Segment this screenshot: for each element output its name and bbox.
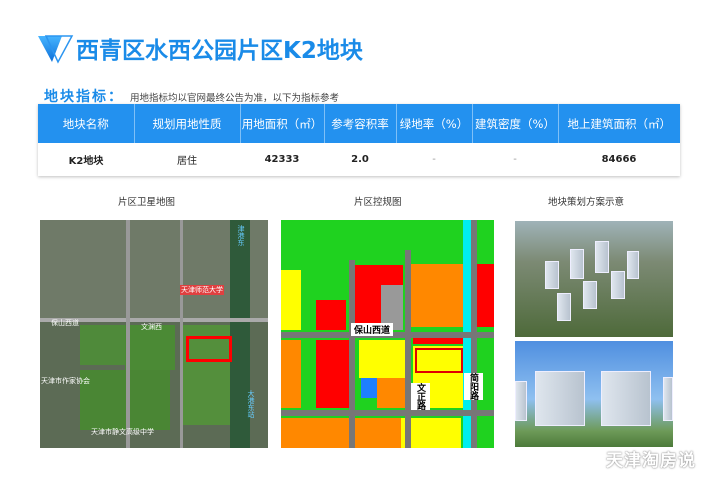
- map-label: 保山西道: [51, 319, 79, 327]
- indicator-table: 地块名称 规划用地性质 用地面积（㎡） 参考容积率 绿地率（%） 建筑密度（%）…: [38, 104, 680, 176]
- render-caption: 地块策划方案示意: [548, 197, 625, 208]
- cell-plot-name: K2地块: [38, 143, 134, 176]
- road-label: 文正路: [411, 383, 430, 410]
- cell-area: 42333: [240, 143, 324, 176]
- col-header: 绿地率（%）: [396, 104, 473, 143]
- table-row: K2地块 居住 42333 2.0 - - 84666: [38, 143, 680, 176]
- col-header: 地上建筑面积（㎡）: [558, 104, 680, 143]
- cell-green-ratio: -: [396, 143, 472, 176]
- page-title: 西青区水西公园片区K2地块: [76, 38, 363, 64]
- map-label: 津港东: [237, 225, 245, 246]
- table-header-row: 地块名称 规划用地性质 用地面积（㎡） 参考容积率 绿地率（%） 建筑密度（%）…: [38, 104, 680, 143]
- map-label: 天津师范大学: [180, 285, 224, 295]
- cell-density: -: [472, 143, 558, 176]
- aerial-rendering: [515, 221, 673, 337]
- cell-floor-area: 84666: [558, 143, 680, 176]
- map-label: 文渊西: [141, 323, 162, 331]
- zoning-plan-map: 保山西道 文正路 简阳路: [281, 220, 494, 448]
- cell-far: 2.0: [324, 143, 396, 176]
- map-label: 大港东站: [247, 390, 255, 418]
- col-header: 规划用地性质: [134, 104, 241, 143]
- cell-land-use: 居住: [134, 143, 240, 176]
- map-label: 天津市静文高级中学: [91, 428, 154, 436]
- col-header: 建筑密度（%）: [472, 104, 559, 143]
- indicator-note: 用地指标均以官网最终公告为准，以下为指标参考: [130, 93, 340, 104]
- street-rendering: [515, 341, 673, 447]
- satellite-caption: 片区卫星地图: [118, 197, 176, 208]
- col-header: 地块名称: [38, 104, 135, 143]
- indicator-label: 地块指标：: [44, 89, 124, 105]
- indicator-subtitle: 地块指标： 用地指标均以官网最终公告为准，以下为指标参考: [44, 86, 339, 106]
- col-header: 参考容积率: [324, 104, 397, 143]
- triangle-logo-icon: [38, 35, 74, 64]
- road-label: 简阳路: [464, 373, 483, 400]
- watermark: 天津淘房说: [606, 451, 696, 471]
- col-header: 用地面积（㎡）: [240, 104, 325, 143]
- road-label: 保山西道: [351, 323, 394, 336]
- map-label: 天津市作家协会: [41, 377, 90, 385]
- plan-caption: 片区控规图: [354, 197, 402, 208]
- satellite-map: 天津师范大学 天津市作家协会 天津市静文高级中学 文渊西 津港东 大港东站 保山…: [40, 220, 268, 448]
